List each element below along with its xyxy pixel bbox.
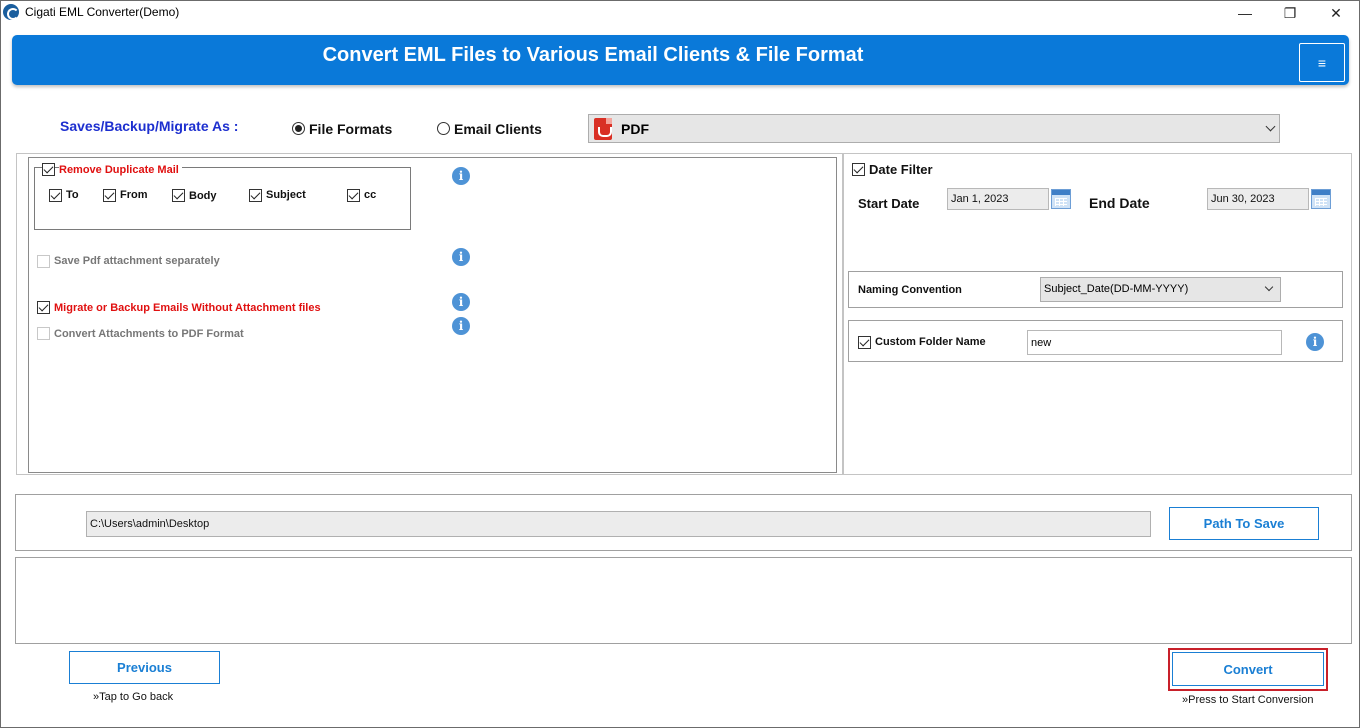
previous-hint: »Tap to Go back [93,691,174,703]
title-bar: Cigati EML Converter(Demo) — ❐ ✕ [0,0,1360,26]
checkbox-to-label: To [66,189,79,201]
migrate-without-attachment-label: Migrate or Backup Emails Without Attachm… [54,302,321,314]
end-date-label: End Date [1089,195,1150,211]
checkbox-from-label: From [120,189,148,201]
convert-attachments-pdf-checkbox[interactable] [37,327,50,340]
chevron-down-icon [1265,121,1276,132]
info-icon[interactable]: i [452,248,470,266]
chevron-down-icon [1264,282,1274,292]
radio-email-clients-label[interactable]: Email Clients [454,121,542,137]
checkbox-subject[interactable] [249,189,262,202]
radio-email-clients[interactable] [437,122,450,135]
menu-button[interactable]: ≡ [1299,43,1345,82]
app-logo-icon [3,4,19,20]
radio-file-formats-label[interactable]: File Formats [309,121,392,137]
custom-folder-input[interactable]: new [1027,330,1282,355]
convert-hint: »Press to Start Conversion [1182,694,1314,706]
info-icon[interactable]: i [452,317,470,335]
checkbox-to[interactable] [49,189,62,202]
checkbox-subject-label: Subject [266,189,306,201]
start-date-label: Start Date [858,196,920,211]
destination-path-input[interactable]: C:\Users\admin\Desktop [86,511,1151,537]
naming-convention-dropdown[interactable]: Subject_Date(DD-MM-YYYY) [1040,277,1281,302]
save-pdf-attachment-checkbox[interactable] [37,255,50,268]
custom-folder-checkbox[interactable] [858,336,871,349]
convert-button[interactable]: Convert [1172,652,1324,686]
calendar-icon[interactable] [1311,189,1331,209]
save-pdf-attachment-label: Save Pdf attachment separately [54,255,220,267]
date-filter-label: Date Filter [869,162,933,177]
window-title: Cigati EML Converter(Demo) [25,5,180,19]
migrate-without-attachment-checkbox[interactable] [37,301,50,314]
checkbox-body[interactable] [172,189,185,202]
banner-title: Convert EML Files to Various Email Clien… [322,44,864,66]
previous-button[interactable]: Previous [69,651,220,684]
date-filter-checkbox[interactable] [852,163,865,176]
end-date-input[interactable]: Jun 30, 2023 [1207,188,1309,210]
close-button[interactable]: ✕ [1313,0,1359,26]
radio-file-formats[interactable] [292,122,305,135]
format-dropdown[interactable]: PDF [588,114,1280,143]
hamburger-icon: ≡ [1317,54,1327,71]
start-date-input[interactable]: Jan 1, 2023 [947,188,1049,210]
path-to-save-button[interactable]: Path To Save [1169,507,1319,540]
saves-as-label: Saves/Backup/Migrate As : [60,118,239,134]
log-area [15,557,1352,644]
checkbox-body-label: Body [189,190,217,202]
info-icon[interactable]: i [452,167,470,185]
calendar-icon[interactable] [1051,189,1071,209]
checkbox-cc[interactable] [347,189,360,202]
remove-duplicate-checkbox[interactable] [42,163,55,176]
info-icon[interactable]: i [452,293,470,311]
format-selected-value: PDF [621,121,649,137]
checkbox-cc-label: cc [364,189,377,201]
checkbox-from[interactable] [103,189,116,202]
header-banner: Convert EML Files to Various Email Clien… [12,35,1349,85]
naming-convention-value: Subject_Date(DD-MM-YYYY) [1044,283,1189,295]
maximize-button[interactable]: ❐ [1267,0,1313,26]
remove-duplicate-label: Remove Duplicate Mail [59,164,182,176]
convert-attachments-pdf-label: Convert Attachments to PDF Format [54,328,244,340]
info-icon[interactable]: i [1306,333,1324,351]
naming-convention-label: Naming Convention [858,284,962,296]
pdf-icon [594,118,612,140]
custom-folder-label: Custom Folder Name [875,336,986,348]
minimize-button[interactable]: — [1222,0,1268,26]
